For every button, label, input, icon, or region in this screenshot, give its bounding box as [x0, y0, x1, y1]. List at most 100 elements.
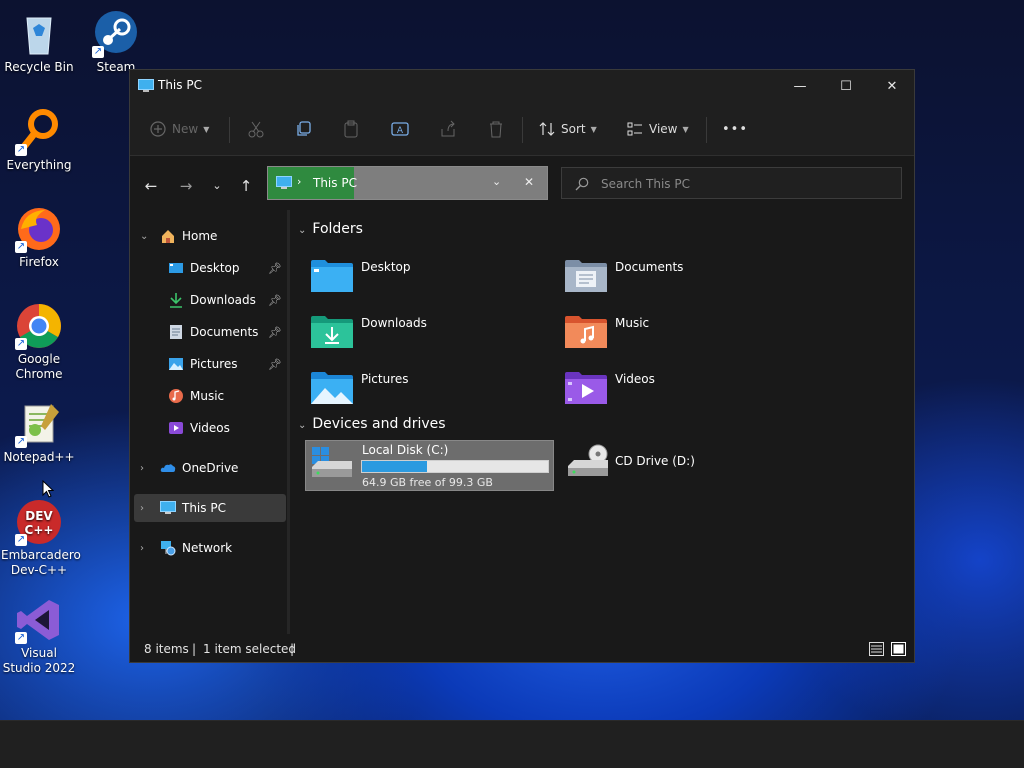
- sidebar-item-home[interactable]: ⌄ Home: [134, 222, 286, 250]
- taskbar[interactable]: [0, 720, 1024, 768]
- folder-tile-downloads[interactable]: Downloads: [311, 308, 551, 358]
- view-button[interactable]: View ▼: [627, 118, 689, 140]
- shortcut-arrow-icon: ↗: [15, 241, 27, 253]
- tiles-view-button[interactable]: [891, 642, 906, 656]
- drive-tile-cd-drive-d[interactable]: CD Drive (D:): [565, 440, 805, 490]
- minimize-button[interactable]: —: [777, 70, 823, 102]
- download-icon: [170, 293, 182, 308]
- status-divider: |: [192, 642, 197, 656]
- chrome-icon: ↗: [15, 302, 63, 350]
- address-bar[interactable]: › This PC ⌄ ✕: [267, 166, 548, 200]
- desktop-icon-chrome[interactable]: ↗ Google Chrome: [1, 302, 77, 382]
- title-bar[interactable]: This PC — ☐ ✕: [130, 70, 914, 102]
- folder-label: Pictures: [361, 372, 409, 386]
- folder-label: Videos: [615, 372, 655, 386]
- drive-free-space: 64.9 GB free of 99.3 GB: [362, 476, 493, 489]
- pictures-icon: [169, 358, 183, 370]
- shortcut-arrow-icon: ↗: [15, 534, 27, 546]
- drive-tile-local-disk-c[interactable]: Local Disk (C:) 64.9 GB free of 99.3 GB: [305, 440, 554, 491]
- pictures-folder-icon: [311, 372, 353, 404]
- desktop-icon-label: Notepad++: [3, 450, 75, 464]
- sidebar-item-onedrive[interactable]: › OneDrive: [134, 454, 286, 482]
- sidebar-item-label: Downloads: [190, 293, 256, 307]
- share-button[interactable]: [439, 118, 457, 140]
- sidebar-item-pictures[interactable]: Pictures 📌︎: [134, 350, 286, 378]
- desktop-folder-icon: [311, 260, 353, 292]
- shortcut-arrow-icon: ↗: [15, 632, 27, 644]
- pin-icon: 📌︎: [268, 325, 282, 339]
- hard-drive-windows-icon: [312, 447, 352, 477]
- delete-button[interactable]: [487, 118, 505, 140]
- sidebar-item-desktop[interactable]: Desktop 📌︎: [134, 254, 286, 282]
- sidebar-item-label: Music: [190, 389, 225, 403]
- sidebar-item-label: Home: [182, 229, 218, 243]
- folder-tile-videos[interactable]: Videos: [565, 364, 805, 414]
- back-button[interactable]: ←: [139, 175, 163, 197]
- clear-address-button[interactable]: ✕: [524, 175, 534, 189]
- svg-text:DEV: DEV: [25, 509, 53, 523]
- desktop-icon-label: Google Chrome: [15, 352, 63, 381]
- close-icon: ✕: [886, 78, 898, 94]
- desktop-icon-steam[interactable]: ↗ Steam: [78, 10, 154, 75]
- maximize-icon: ☐: [840, 78, 852, 94]
- sidebar-item-label: OneDrive: [182, 461, 239, 475]
- drive-usage-fill: [362, 461, 428, 472]
- downloads-folder-icon: [311, 316, 353, 348]
- folder-tile-desktop[interactable]: Desktop: [311, 252, 551, 302]
- music-icon: [169, 389, 183, 403]
- sidebar-item-downloads[interactable]: Downloads 📌︎: [134, 286, 286, 314]
- details-view-button[interactable]: [869, 642, 884, 656]
- desktop-icon-firefox[interactable]: ↗ Firefox: [1, 205, 77, 270]
- forward-button[interactable]: →: [174, 175, 198, 197]
- cut-button[interactable]: [247, 118, 265, 140]
- paste-button[interactable]: [342, 118, 360, 140]
- search-box[interactable]: Search This PC: [561, 167, 902, 199]
- sidebar-item-documents[interactable]: Documents 📌︎: [134, 318, 286, 346]
- folder-label: Downloads: [361, 316, 427, 330]
- close-button[interactable]: ✕: [869, 70, 915, 102]
- rename-icon: A: [391, 122, 409, 136]
- up-button[interactable]: ↑: [234, 175, 258, 197]
- maximize-button[interactable]: ☐: [823, 70, 869, 102]
- recent-locations-button[interactable]: ⌄: [205, 175, 229, 197]
- drive-label: Local Disk (C:): [362, 443, 449, 457]
- copy-button[interactable]: [295, 118, 313, 140]
- cd-drive-icon: [568, 444, 608, 476]
- chevron-right-icon[interactable]: ›: [140, 543, 144, 554]
- sidebar-item-videos[interactable]: Videos: [134, 414, 286, 442]
- desktop-icon-devcpp[interactable]: DEV C++ ↗ Embarcadero Dev-C++: [1, 498, 81, 578]
- devices-group-header[interactable]: ⌄ Devices and drives: [298, 416, 446, 432]
- new-button[interactable]: New ▼: [150, 118, 209, 140]
- sidebar-item-network[interactable]: › Network: [134, 534, 286, 562]
- sort-button[interactable]: Sort ▼: [539, 118, 597, 140]
- status-divider: |: [290, 642, 295, 656]
- address-dropdown-button[interactable]: ⌄: [492, 175, 501, 188]
- chevron-down-icon: ⌄: [298, 225, 307, 236]
- chevron-right-icon[interactable]: ›: [140, 503, 144, 514]
- visual-studio-icon: ↗: [15, 596, 63, 644]
- sidebar-item-music[interactable]: Music: [134, 382, 286, 410]
- folder-tile-music[interactable]: Music: [565, 308, 805, 358]
- desktop-icon-notepadpp[interactable]: ↗ Notepad++: [1, 400, 77, 465]
- desktop-icon-recycle-bin[interactable]: Recycle Bin: [1, 10, 77, 75]
- sidebar-item-this-pc[interactable]: › This PC: [134, 494, 286, 522]
- documents-folder-icon: [565, 260, 607, 292]
- folders-group-header[interactable]: ⌄ Folders: [298, 221, 363, 237]
- folder-tile-pictures[interactable]: Pictures: [311, 364, 551, 414]
- svg-text:A: A: [397, 126, 404, 136]
- sidebar-item-label: This PC: [182, 501, 226, 515]
- folder-tile-documents[interactable]: Documents: [565, 252, 805, 302]
- chevron-right-icon[interactable]: ›: [140, 463, 144, 474]
- folders-heading: Folders: [312, 221, 363, 237]
- see-more-button[interactable]: •••: [722, 118, 748, 140]
- arrow-right-icon: →: [179, 177, 193, 195]
- shortcut-arrow-icon: ↗: [15, 144, 27, 156]
- chevron-down-icon[interactable]: ⌄: [140, 231, 148, 242]
- rename-button[interactable]: A: [391, 118, 409, 140]
- plus-circle-icon: [150, 121, 166, 137]
- desktop-icon-everything[interactable]: ↗ Everything: [1, 108, 77, 173]
- desktop-icon-visual-studio[interactable]: ↗ Visual Studio 2022: [1, 596, 77, 676]
- chevron-down-icon: ▼: [203, 124, 210, 134]
- home-icon: [162, 230, 174, 243]
- drive-usage-bar: [361, 460, 549, 473]
